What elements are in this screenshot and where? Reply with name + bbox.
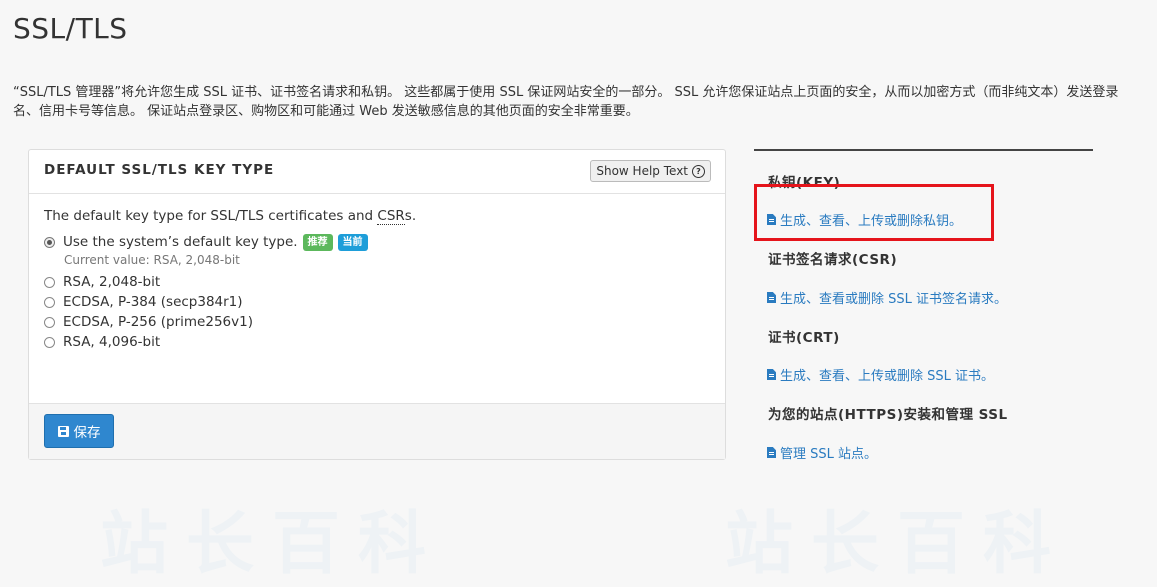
- highlight-annotation-box: [754, 184, 994, 241]
- option-label: ECDSA, P-256 (prime256v1): [63, 314, 253, 330]
- key-type-panel: DEFAULT SSL/TLS KEY TYPE Show Help Text …: [28, 149, 726, 460]
- panel-footer: 保存: [29, 403, 725, 459]
- link-label: 生成、查看或删除 SSL 证书签名请求。: [780, 292, 1008, 307]
- description-suffix: s.: [404, 208, 417, 224]
- panel-body: The default key type for SSL/TLS certifi…: [29, 194, 725, 352]
- panel-heading: DEFAULT SSL/TLS KEY TYPE Show Help Text …: [29, 150, 725, 194]
- csr-link[interactable]: 生成、查看或删除 SSL 证书签名请求。: [767, 288, 1007, 307]
- radio-button[interactable]: [44, 276, 55, 288]
- description-text: The default key type for SSL/TLS certifi…: [44, 208, 378, 224]
- key-type-option-ecdsa-p256[interactable]: ECDSA, P-256 (prime256v1): [44, 312, 710, 332]
- key-type-option-system-default[interactable]: Use the system’s default key type. 推荐 当前: [44, 232, 710, 252]
- page-intro: “SSL/TLS 管理器”将允许您生成 SSL 证书、证书签名请求和私钥。 这些…: [13, 85, 1119, 119]
- floppy-disk-icon: [57, 425, 69, 437]
- sidebar-divider: [754, 149, 1093, 151]
- current-badge: 当前: [337, 233, 368, 251]
- save-button[interactable]: 保存: [44, 414, 114, 448]
- option-label: RSA, 4,096-bit: [63, 334, 161, 350]
- certificates-link[interactable]: 生成、查看、上传或删除 SSL 证书。: [767, 365, 994, 384]
- section-title-csr: 证书签名请求(CSR): [768, 252, 898, 268]
- radio-button[interactable]: [44, 316, 55, 328]
- panel-description: The default key type for SSL/TLS certifi…: [44, 208, 710, 225]
- panel-title: DEFAULT SSL/TLS KEY TYPE: [44, 162, 275, 178]
- recommended-badge: 推荐: [302, 233, 333, 251]
- csr-abbreviation: CSR: [377, 208, 405, 225]
- key-type-option-rsa-2048[interactable]: RSA, 2,048-bit: [44, 272, 710, 292]
- section-title-install-ssl: 为您的站点(HTTPS)安装和管理 SSL: [768, 407, 1008, 423]
- help-button-label: Show Help Text: [596, 164, 688, 178]
- radio-button[interactable]: [44, 336, 55, 348]
- file-icon: [767, 369, 776, 380]
- key-type-option-ecdsa-p384[interactable]: ECDSA, P-384 (secp384r1): [44, 292, 710, 312]
- file-icon: [767, 292, 776, 303]
- show-help-text-button[interactable]: Show Help Text ?: [590, 160, 711, 182]
- watermark: 站长百科: [100, 505, 445, 584]
- radio-button[interactable]: [44, 236, 55, 248]
- option-label: RSA, 2,048-bit: [63, 274, 161, 290]
- option-label: Use the system’s default key type.: [63, 234, 298, 250]
- page-title: SSL/TLS: [13, 12, 128, 45]
- ssl-sidebar: 私钥(KEY) 生成、查看、上传或删除私钥。 证书签名请求(CSR) 生成、查看…: [754, 149, 1093, 462]
- option-label: ECDSA, P-384 (secp384r1): [63, 294, 243, 310]
- link-label: 管理 SSL 站点。: [780, 447, 878, 462]
- current-value-text: Current value: RSA, 2,048-bit: [64, 253, 240, 267]
- section-title-certificates: 证书(CRT): [768, 330, 840, 346]
- question-circle-icon: ?: [692, 164, 705, 178]
- link-label: 生成、查看、上传或删除 SSL 证书。: [780, 369, 995, 384]
- key-type-option-rsa-4096[interactable]: RSA, 4,096-bit: [44, 332, 710, 352]
- radio-button[interactable]: [44, 296, 55, 308]
- watermark: 站长百科: [725, 505, 1070, 584]
- save-button-label: 保存: [73, 425, 101, 441]
- manage-ssl-sites-link[interactable]: 管理 SSL 站点。: [767, 443, 877, 462]
- file-icon: [767, 447, 776, 458]
